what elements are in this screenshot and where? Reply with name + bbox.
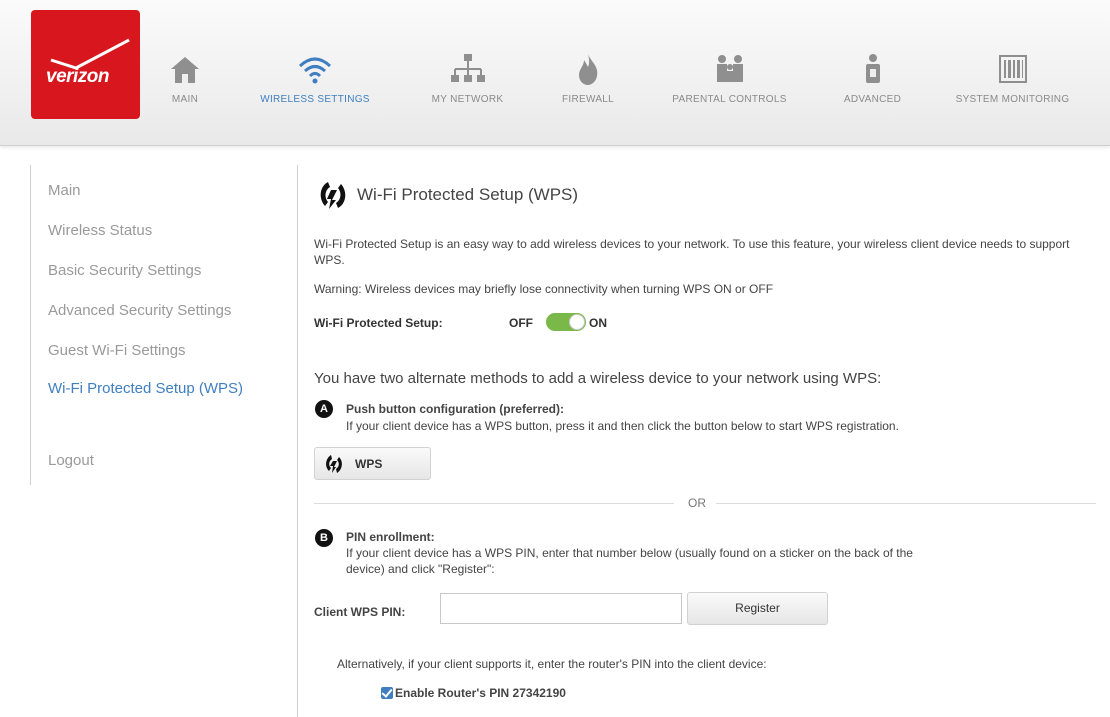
nav-system-monitoring[interactable]: SYSTEM MONITORING <box>935 50 1090 105</box>
methods-intro: You have two alternate methods to add a … <box>314 370 882 387</box>
toggle-off-label: OFF <box>509 316 533 330</box>
method-b-description-line2: device) and click "Register": <box>346 562 495 576</box>
wps-description: Wi-Fi Protected Setup is an easy way to … <box>314 237 1070 267</box>
logo-text: verizon <box>46 66 110 87</box>
wps-toggle-label: Wi-Fi Protected Setup: <box>314 316 443 330</box>
network-icon <box>450 54 485 82</box>
wps-toggle-switch[interactable] <box>546 313 586 331</box>
enable-router-pin-checkbox[interactable] <box>381 687 393 699</box>
nav-wireless-settings[interactable]: WIRELESS SETTINGS <box>240 50 390 105</box>
content-divider <box>297 165 298 717</box>
sidebar-item-advanced-security[interactable]: Advanced Security Settings <box>48 298 231 323</box>
client-pin-label: Client WPS PIN: <box>314 605 406 619</box>
wps-icon <box>326 455 342 473</box>
or-text: OR <box>688 496 706 510</box>
toggle-knob <box>569 314 585 330</box>
badge-b: B <box>315 529 333 547</box>
nav-main[interactable]: MAIN <box>160 50 210 105</box>
family-icon <box>716 55 743 82</box>
home-icon <box>171 57 199 83</box>
method-a-description: If your client device has a WPS button, … <box>346 419 899 433</box>
nav-firewall[interactable]: FIREWALL <box>548 50 628 105</box>
toggle-on-label: ON <box>589 316 607 330</box>
sidebar-item-basic-security[interactable]: Basic Security Settings <box>48 258 201 283</box>
sidebar-item-wireless-status[interactable]: Wireless Status <box>48 218 152 243</box>
sidebar: Main Wireless Status Basic Security Sett… <box>30 165 281 485</box>
client-wps-pin-input[interactable] <box>440 593 682 624</box>
enable-router-pin-label[interactable]: Enable Router's PIN 27342190 <box>395 685 566 701</box>
or-divider-right <box>716 503 1096 504</box>
nav-advanced[interactable]: ADVANCED <box>830 50 915 105</box>
badge-a: A <box>315 400 333 418</box>
sidebar-item-wps[interactable]: Wi-Fi Protected Setup (WPS) <box>48 376 248 401</box>
wps-button-label: WPS <box>355 457 383 471</box>
wifi-icon <box>298 57 332 84</box>
sidebar-item-guest-wifi[interactable]: Guest Wi-Fi Settings <box>48 338 186 363</box>
flame-icon <box>579 54 598 85</box>
method-b-description-line1: If your client device has a WPS PIN, ent… <box>346 546 913 560</box>
verizon-logo[interactable]: verizon <box>31 10 140 119</box>
method-b-title: PIN enrollment: <box>346 530 435 544</box>
wps-warning: Warning: Wireless devices may briefly lo… <box>314 282 774 296</box>
method-a-title: Push button configuration (preferred): <box>346 402 564 416</box>
sidebar-item-main[interactable]: Main <box>48 178 81 203</box>
barcode-icon <box>998 55 1027 83</box>
user-gear-icon <box>865 54 880 83</box>
register-button[interactable]: Register <box>687 592 828 625</box>
page-title: Wi-Fi Protected Setup (WPS) <box>357 185 579 204</box>
nav-my-network[interactable]: MY NETWORK <box>415 50 520 105</box>
sidebar-item-logout[interactable]: Logout <box>48 448 94 473</box>
checkmark-icon <box>50 38 130 70</box>
alternative-text: Alternatively, if your client supports i… <box>337 657 767 671</box>
or-divider-left <box>314 503 674 504</box>
wps-icon <box>320 182 346 209</box>
nav-parental-controls[interactable]: PARENTAL CONTROLS <box>652 50 807 105</box>
wps-push-button[interactable]: WPS <box>314 447 431 480</box>
top-header: verizon MAIN WIRELESS SETTINGS MY NETWOR… <box>0 0 1110 146</box>
